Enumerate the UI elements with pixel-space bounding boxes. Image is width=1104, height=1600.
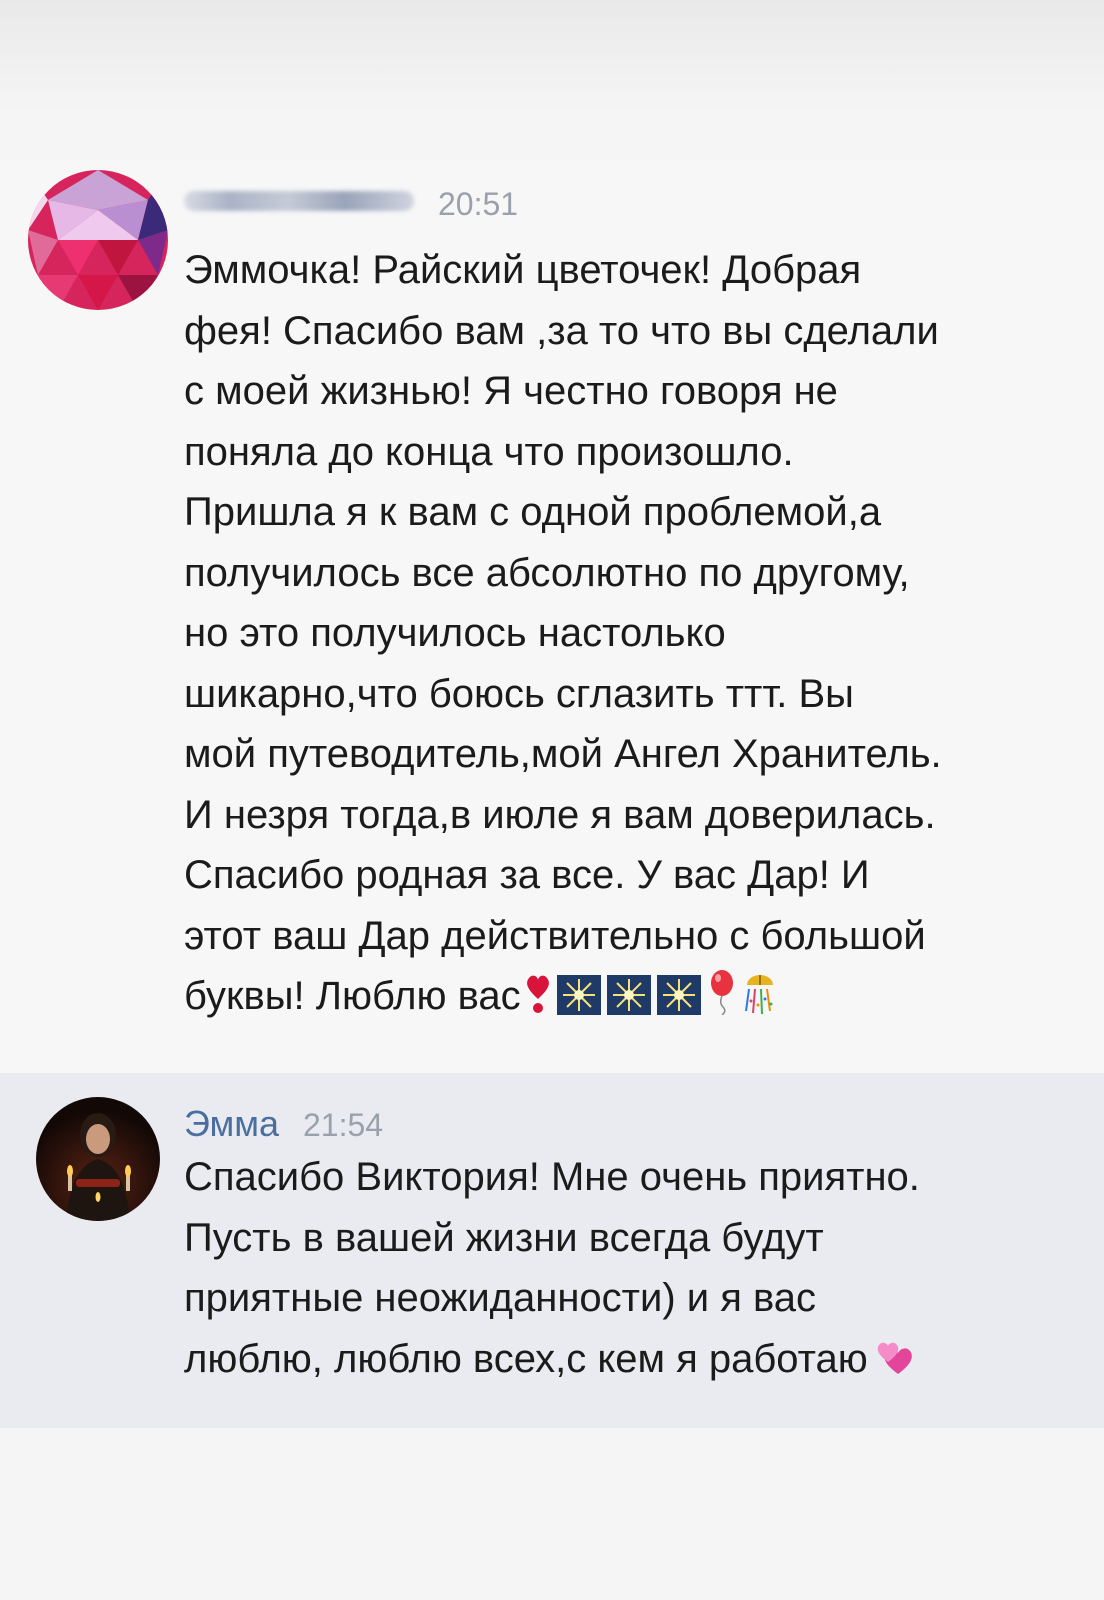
- message-time: 21:54: [303, 1107, 384, 1143]
- sparkler-icon: [606, 975, 651, 1015]
- balloon-icon: [707, 969, 737, 1015]
- text-line: Эммочка! Райский цветочек! Добрая: [184, 248, 862, 292]
- avatar[interactable]: [36, 1097, 160, 1221]
- text-line: но это получилось настолько: [184, 611, 726, 655]
- message-header: 20:51: [184, 186, 518, 223]
- text-line: получилось все абсолютно по другому,: [184, 550, 910, 595]
- message-text: Спасибо Виктория! Мне очень приятно. Пус…: [184, 1147, 1084, 1389]
- text-line-last: люблю, люблю всех,с кем я работаю: [184, 1329, 1084, 1390]
- person-with-candles-avatar-icon: [36, 1097, 160, 1221]
- text-line: этот ваш Дар действительно с большой: [184, 913, 926, 958]
- text-line: фея! Спасибо вам ,за то что вы сделали: [184, 308, 939, 353]
- avatar[interactable]: [28, 170, 168, 310]
- text-line: шикарно,что боюсь сглазить ттт. Вы: [184, 671, 854, 716]
- text-line: Спасибо родная за все. У вас Дар! И: [184, 853, 870, 897]
- two-hearts-icon: [872, 1338, 920, 1378]
- message-time: 20:51: [438, 186, 519, 222]
- text-line: буквы! Люблю вас: [184, 974, 521, 1018]
- text-line: с моей жизнью! Я честно говоря не: [184, 369, 838, 413]
- text-line-last: буквы! Люблю вас: [184, 966, 1084, 1027]
- message-item-reply: Эмма 21:54 Спасибо Виктория! Мне очень п…: [0, 1073, 1104, 1428]
- text-line: Спасибо Виктория! Мне очень приятно.: [184, 1155, 920, 1199]
- text-line: мой путеводитель,мой Ангел Хранитель.: [184, 732, 942, 776]
- emoji-row: [872, 1338, 920, 1378]
- text-line: Пришла я к вам с одной проблемой,а: [184, 490, 882, 534]
- text-line: приятные неожиданности) и я вас: [184, 1276, 817, 1320]
- heart-exclamation-icon: [525, 971, 551, 1015]
- screen-top-shade: [0, 0, 1104, 110]
- text-line: Пусть в вашей жизни всегда будут: [184, 1215, 824, 1260]
- author-name-blurred[interactable]: [184, 191, 414, 211]
- text-line: люблю, люблю всех,с кем я работаю: [184, 1336, 868, 1381]
- sparkler-icon: [656, 975, 701, 1015]
- emoji-row: [525, 969, 777, 1015]
- author-name[interactable]: Эмма: [184, 1103, 279, 1145]
- text-line: поняла до конца что произошло.: [184, 429, 794, 474]
- message-item: 20:51 Эммочка! Райский цветочек! Добрая …: [0, 160, 1104, 1073]
- message-text: Эммочка! Райский цветочек! Добрая фея! С…: [184, 240, 1084, 1027]
- text-line: И незря тогда,в июле я вам доверилась.: [184, 792, 936, 837]
- confetti-ball-icon: [743, 971, 777, 1015]
- sparkler-icon: [556, 975, 601, 1015]
- geometric-avatar-icon: [28, 170, 168, 310]
- message-header: Эмма 21:54: [184, 1103, 383, 1145]
